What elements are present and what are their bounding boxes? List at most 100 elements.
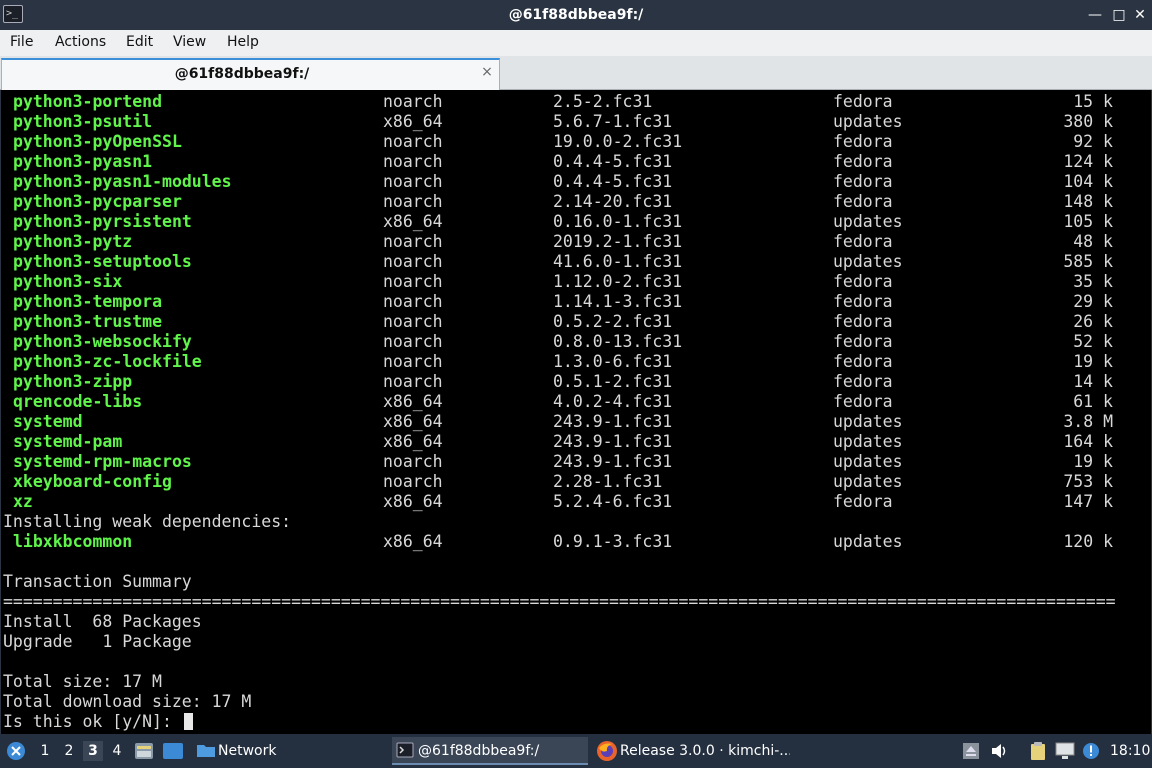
total-size: Total size: 17 M xyxy=(3,672,162,691)
package-size: 124 k xyxy=(1063,152,1113,171)
tab-bar: @61f88dbbea9f:/ × xyxy=(0,56,1152,90)
tab-close-icon[interactable]: × xyxy=(479,64,495,80)
package-row: python3-pyasn1-modules noarch 0.4.4-5.fc31… xyxy=(1,172,1151,192)
terminal-output[interactable]: python3-portend noarch 2.5-2.fc31 fedora 15 … xyxy=(0,90,1152,734)
minimize-icon[interactable]: — xyxy=(1084,4,1106,26)
workspace-3[interactable]: 3 xyxy=(83,741,103,761)
package-size: 753 k xyxy=(1063,472,1113,491)
task-terminal[interactable]: @61f88dbbea9f:/ xyxy=(392,737,588,765)
eject-icon[interactable] xyxy=(962,742,980,760)
package-arch: noarch xyxy=(383,132,443,151)
package-name: python3-pycparser xyxy=(13,192,182,211)
package-row: xkeyboard-config noarch 2.28-1.fc31 updates… xyxy=(1,472,1151,492)
package-name: python3-psutil xyxy=(13,112,153,131)
summary-install: Install 68 Packages xyxy=(3,612,202,631)
task-firefox[interactable]: Release 3.0.0 · kimchi-... xyxy=(594,737,790,765)
package-name: python3-pyrsistent xyxy=(13,212,192,231)
display-icon[interactable] xyxy=(1055,742,1075,760)
package-repo: fedora xyxy=(833,92,893,111)
package-row: python3-zipp noarch 0.5.1-2.fc31 fedora 14 k xyxy=(1,372,1151,392)
package-name: xz xyxy=(13,492,33,511)
package-size: 52 k xyxy=(1073,332,1113,351)
tab-terminal[interactable]: @61f88dbbea9f:/ × xyxy=(1,58,500,90)
package-repo: updates xyxy=(833,452,903,471)
clipboard-icon[interactable] xyxy=(1028,741,1048,761)
menu-help[interactable]: Help xyxy=(227,34,259,50)
clock[interactable]: 18:10 xyxy=(1110,734,1150,768)
package-name: python3-pytz xyxy=(13,232,133,251)
start-menu-icon[interactable] xyxy=(6,741,26,761)
package-arch: x86_64 xyxy=(383,392,443,411)
package-row: python3-pycparser noarch 2.14-20.fc31 fedor… xyxy=(1,192,1151,212)
terminal-icon xyxy=(396,742,414,758)
close-window-icon[interactable]: ✕ xyxy=(1129,4,1151,26)
workspace-1[interactable]: 1 xyxy=(35,741,55,761)
package-size: 120 k xyxy=(1063,532,1113,551)
package-repo: updates xyxy=(833,412,903,431)
package-repo: fedora xyxy=(833,172,893,191)
volume-icon[interactable] xyxy=(990,742,1010,760)
menu-edit[interactable]: Edit xyxy=(126,34,153,50)
notification-icon[interactable] xyxy=(1082,742,1100,760)
package-size: 19 k xyxy=(1073,452,1113,471)
package-arch: noarch xyxy=(383,92,443,111)
package-repo: fedora xyxy=(833,392,893,411)
package-name: python3-zc-lockfile xyxy=(13,352,202,371)
menu-actions[interactable]: Actions xyxy=(55,34,106,50)
package-name: python3-setuptools xyxy=(13,252,192,271)
package-size: 105 k xyxy=(1063,212,1113,231)
package-repo: fedora xyxy=(833,312,893,331)
prompt-line[interactable]: Is this ok [y/N]: xyxy=(3,712,193,732)
package-arch: x86_64 xyxy=(383,212,443,231)
package-version: 2019.2-1.fc31 xyxy=(553,232,683,251)
menu-file[interactable]: File xyxy=(10,34,33,50)
window-title: @61f88dbbea9f:/ xyxy=(508,7,644,23)
package-row: python3-trustme noarch 0.5.2-2.fc31 fedora 2… xyxy=(1,312,1151,332)
package-name: python3-zipp xyxy=(13,372,133,391)
package-row: libxkbcommon x86_64 0.9.1-3.fc31 updates 120… xyxy=(1,532,1151,552)
package-name: python3-six xyxy=(13,272,123,291)
menu-view[interactable]: View xyxy=(173,34,206,50)
package-version: 2.28-1.fc31 xyxy=(553,472,663,491)
package-row: python3-setuptools noarch 41.6.0-1.fc31 upd… xyxy=(1,252,1151,272)
package-arch: x86_64 xyxy=(383,112,443,131)
package-name: python3-tempora xyxy=(13,292,163,311)
package-arch: noarch xyxy=(383,372,443,391)
package-row: python3-tempora noarch 1.14.1-3.fc31 fedora… xyxy=(1,292,1151,312)
workspace-2[interactable]: 2 xyxy=(59,741,79,761)
package-name: python3-websockify xyxy=(13,332,192,351)
workspace-4[interactable]: 4 xyxy=(107,741,127,761)
package-version: 1.14.1-3.fc31 xyxy=(553,292,683,311)
package-repo: fedora xyxy=(833,292,893,311)
package-row: python3-pyOpenSSL noarch 19.0.0-2.fc31 fedo… xyxy=(1,132,1151,152)
folder-icon xyxy=(197,745,215,757)
maximize-icon[interactable]: □ xyxy=(1108,4,1130,26)
package-arch: noarch xyxy=(383,452,443,471)
package-repo: updates xyxy=(833,252,903,271)
package-arch: noarch xyxy=(383,232,443,251)
package-arch: noarch xyxy=(383,472,443,491)
package-version: 4.0.2-4.fc31 xyxy=(553,392,673,411)
package-version: 41.6.0-1.fc31 xyxy=(553,252,683,271)
desktop-icon[interactable] xyxy=(162,742,184,760)
prompt-text: Is this ok [y/N]: xyxy=(3,712,182,731)
package-arch: noarch xyxy=(383,332,443,351)
package-version: 0.9.1-3.fc31 xyxy=(553,532,673,551)
terminal-cursor xyxy=(183,713,193,730)
package-repo: fedora xyxy=(833,152,893,171)
package-name: python3-pyasn1 xyxy=(13,152,153,171)
package-version: 0.5.2-2.fc31 xyxy=(553,312,673,331)
package-row: python3-pytz noarch 2019.2-1.fc31 fedora 48 … xyxy=(1,232,1151,252)
package-row: python3-pyasn1 noarch 0.4.4-5.fc31 fedora 12… xyxy=(1,152,1151,172)
package-repo: updates xyxy=(833,532,903,551)
window-titlebar[interactable]: >_ @61f88dbbea9f:/ — □ ✕ xyxy=(0,0,1152,30)
package-repo: fedora xyxy=(833,192,893,211)
package-row: xz x86_64 5.2.4-6.fc31 fedora 147 k xyxy=(1,492,1151,512)
file-manager-icon[interactable] xyxy=(134,742,154,760)
task-network[interactable]: Network xyxy=(192,737,382,765)
package-row: systemd x86_64 243.9-1.fc31 updates 3.8 M xyxy=(1,412,1151,432)
package-repo: fedora xyxy=(833,232,893,251)
package-version: 19.0.0-2.fc31 xyxy=(553,132,683,151)
menu-bar: File Actions Edit View Help xyxy=(0,30,1152,56)
firefox-icon xyxy=(597,741,617,761)
